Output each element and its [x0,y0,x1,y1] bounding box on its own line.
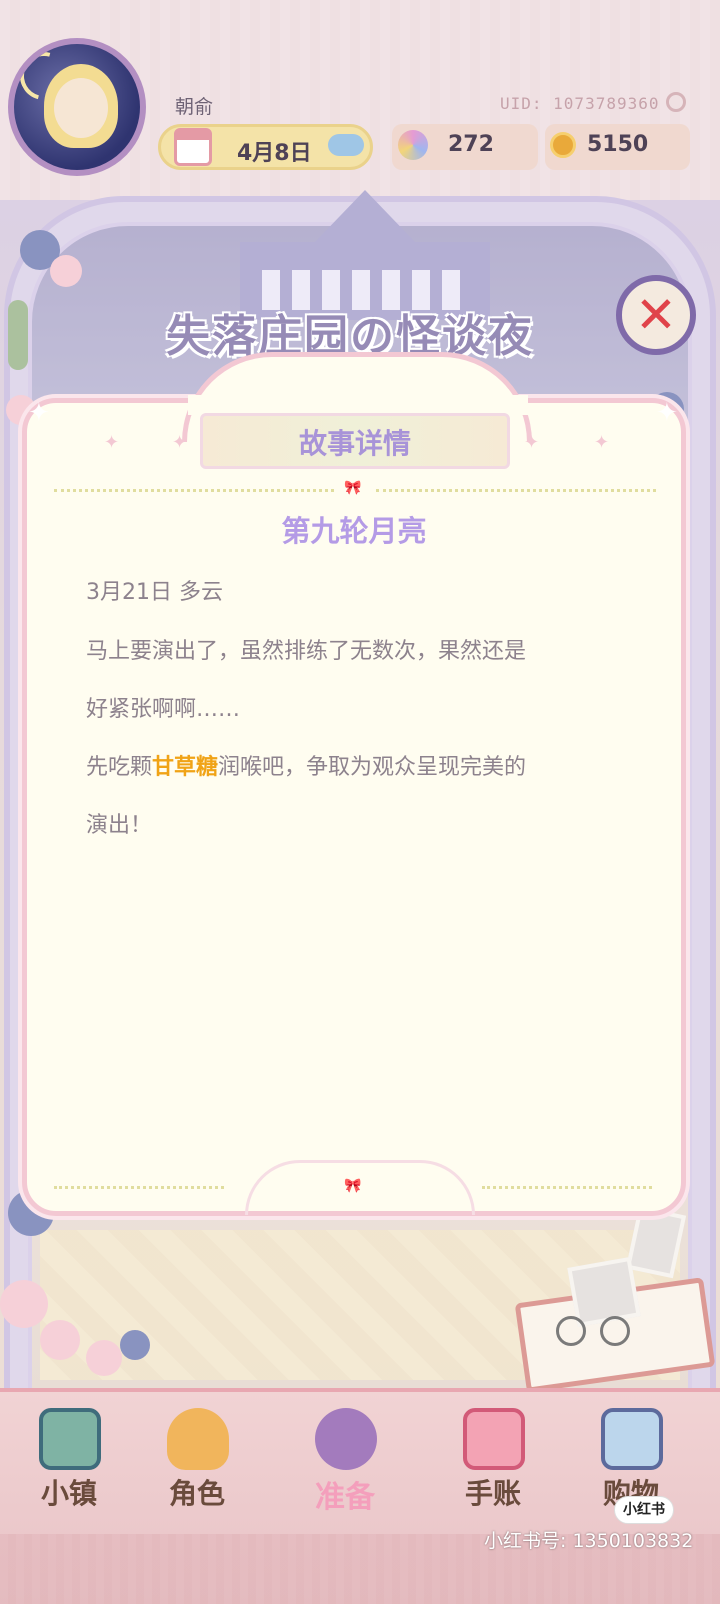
divider [54,1186,224,1189]
nav-label: 手账 [464,1477,521,1510]
nav-town[interactable]: 小镇 [14,1400,124,1530]
sparkle-icon: ✦ [656,398,678,428]
divider [482,1186,652,1189]
nav-prepare[interactable]: 准备 [290,1400,400,1530]
player-name: 朝俞 [175,96,214,118]
sparkle-icon: ✦ [28,398,50,428]
sparkle-icon: ✦ [594,432,610,453]
player-uid: UID: 1073789360 [500,94,660,113]
nav-journal[interactable]: 手账 [438,1400,548,1530]
divider [54,489,334,492]
player-avatar[interactable] [8,38,146,176]
story-line-2: 好紧张啊啊…… [86,697,241,722]
gem-value: 272 [448,132,494,157]
watermark-text: 小红书号: 1350103832 [484,1530,694,1552]
bow-icon: 🎀 [344,1178,362,1194]
character-icon [167,1408,229,1470]
gem-icon [398,130,428,160]
close-icon: ✕ [635,286,677,344]
journal-icon [463,1408,525,1470]
sparkle-icon: ✦ [524,432,540,453]
coin-value: 5150 [587,132,649,157]
copy-uid-icon[interactable] [666,92,686,112]
shopping-bag-icon [601,1408,663,1470]
nav-label: 小镇 [40,1477,97,1510]
sparkle-icon: ✦ [172,432,188,453]
highlight-item: 甘草糖 [152,755,219,780]
prepare-icon [315,1408,377,1470]
sparkle-icon: ✦ [104,432,120,453]
story-line-3: 先吃颗甘草糖润喉吧，争取为观众呈现完美的 [86,749,526,781]
nav-label: 准备 [315,1480,375,1515]
story-line-1: 马上要演出了，虽然排练了无数次，果然还是 [86,639,527,664]
nav-character[interactable]: 角色 [142,1400,252,1530]
story-line-4: 演出！ [86,813,153,838]
story-title: 第九轮月亮 [281,514,427,548]
story-text: 润喉吧，争取为观众呈现完美的 [218,755,527,780]
cloud-weather-icon [328,134,364,156]
divider [376,489,656,492]
dialog-title: 故事详情 [298,427,411,460]
map-icon [39,1408,101,1470]
story-date-weather: 3月21日 多云 [86,580,223,605]
bow-icon: 🎀 [344,480,362,496]
watermark-badge: 小红书 [614,1496,674,1524]
coin-icon [550,132,576,158]
story-text: 先吃颗 [86,755,153,780]
nav-label: 角色 [168,1477,225,1510]
close-button[interactable]: ✕ [616,275,696,355]
date-value: 4月8日 [237,141,312,166]
calendar-icon [174,128,212,166]
